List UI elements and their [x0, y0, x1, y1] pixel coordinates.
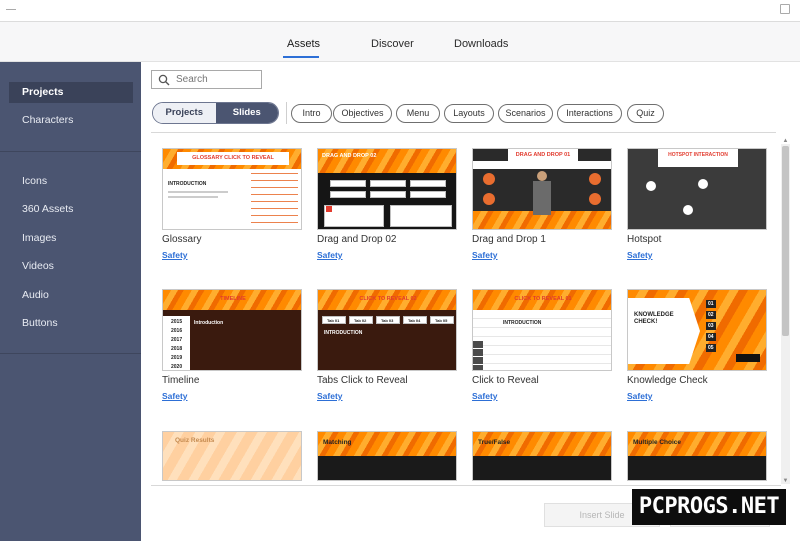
projects-slides-toggle[interactable]: Projects Slides: [152, 102, 279, 124]
thumb-subheading: INTRODUCTION: [324, 330, 363, 336]
thumb-heading: Quiz Results: [175, 437, 215, 444]
thumb-heading: DRAG AND DROP 02: [322, 153, 377, 159]
main-panel: Projects Slides Intro Objectives Menu La…: [141, 62, 800, 541]
slide-thumbnail: Quiz Results: [162, 431, 302, 481]
card-title: Tabs Click to Reveal: [317, 375, 408, 386]
card-title: Hotspot: [627, 234, 662, 245]
minimize-icon[interactable]: [6, 4, 16, 10]
filter-interactions[interactable]: Interactions: [557, 104, 622, 123]
filter-scenarios[interactable]: Scenarios: [498, 104, 553, 123]
tab-assets[interactable]: Assets: [287, 38, 320, 50]
thumb-heading: Multiple Choice: [633, 439, 682, 446]
sidebar-item-360-assets[interactable]: 360 Assets: [9, 199, 133, 220]
scrollbar-thumb[interactable]: [782, 146, 789, 336]
vertical-scrollbar[interactable]: [781, 144, 790, 484]
card-tag[interactable]: Safety: [162, 250, 188, 260]
slide-thumbnail: Matching: [317, 431, 457, 481]
card-title: Drag and Drop 02: [317, 234, 397, 245]
sidebar-item-projects[interactable]: Projects: [9, 82, 133, 103]
slide-thumbnail: TIMELINE 2015 2016 2017 2018 2019 2020 I…: [162, 289, 302, 371]
card-tag[interactable]: Safety: [317, 250, 343, 260]
tab-downloads[interactable]: Downloads: [454, 38, 508, 50]
sidebar-item-icons[interactable]: Icons: [9, 171, 133, 192]
sidebar-divider: [0, 151, 141, 152]
thumb-heading: True/False: [478, 439, 511, 446]
thumb-subheading: INTRODUCTION: [503, 320, 542, 326]
card-title: Timeline: [162, 375, 200, 386]
thumb-heading: CLICK TO REVEAL 01: [514, 296, 572, 302]
slide-thumbnail: DRAG AND DROP 01: [472, 148, 612, 230]
thumb-subheading: Introduction: [194, 320, 224, 326]
slide-thumbnail: CLICK TO REVEAL 02 Tab 01 Tab 02 Tab 03 …: [317, 289, 457, 371]
search-input[interactable]: [176, 72, 260, 87]
sidebar-item-characters[interactable]: Characters: [9, 110, 133, 131]
filter-layouts[interactable]: Layouts: [444, 104, 494, 123]
thumb-heading: HOTSPOT INTERACTION: [668, 152, 728, 158]
search-icon: [158, 74, 170, 86]
filter-menu[interactable]: Menu: [396, 104, 440, 123]
card-tag[interactable]: Safety: [472, 250, 498, 260]
thumb-heading: CLICK TO REVEAL 02: [359, 296, 417, 302]
filter-divider: [286, 102, 287, 124]
sidebar-item-videos[interactable]: Videos: [9, 256, 133, 277]
sidebar-item-buttons[interactable]: Buttons: [9, 313, 133, 334]
top-navigation: Assets Discover Downloads: [0, 22, 800, 62]
slide-thumbnail: HOTSPOT INTERACTION: [627, 148, 767, 230]
card-title: Glossary: [162, 234, 202, 245]
slide-thumbnail: KNOWLEDGE CHECK! 01 02 03 04 05: [627, 289, 767, 371]
sidebar-item-audio[interactable]: Audio: [9, 285, 133, 306]
toggle-projects[interactable]: Projects: [153, 103, 216, 123]
card-tag[interactable]: Safety: [627, 250, 653, 260]
slide-card[interactable]: True/False: [472, 431, 612, 481]
filter-intro[interactable]: Intro: [291, 104, 332, 123]
slide-card[interactable]: Matching: [317, 431, 457, 481]
card-tag[interactable]: Safety: [627, 391, 653, 401]
sidebar-divider: [0, 353, 141, 354]
card-title: Drag and Drop 1: [472, 234, 546, 245]
thumb-heading: Matching: [323, 439, 352, 446]
card-title: Click to Reveal: [472, 375, 539, 386]
maximize-icon[interactable]: [780, 4, 790, 14]
thumb-heading: DRAG AND DROP 01: [508, 149, 578, 162]
search-box[interactable]: [151, 70, 262, 89]
slide-thumbnail: GLOSSARY CLICK TO REVEAL INTRODUCTION: [162, 148, 302, 230]
app-window: Assets Discover Downloads Projects Chara…: [0, 0, 800, 541]
card-title: Knowledge Check: [627, 375, 708, 386]
toggle-slides[interactable]: Slides: [215, 103, 278, 123]
filter-objectives[interactable]: Objectives: [333, 104, 392, 123]
active-tab-indicator: [283, 56, 319, 58]
filter-quiz[interactable]: Quiz: [627, 104, 664, 123]
slide-thumbnail: DRAG AND DROP 02: [317, 148, 457, 230]
tab-discover[interactable]: Discover: [371, 38, 414, 50]
sidebar: Projects Characters Icons 360 Assets Ima…: [0, 62, 141, 541]
card-tag[interactable]: Safety: [317, 391, 343, 401]
title-bar: [0, 0, 800, 22]
card-tag[interactable]: Safety: [162, 391, 188, 401]
footer-divider: [151, 485, 781, 486]
thumb-heading: GLOSSARY CLICK TO REVEAL: [177, 152, 289, 165]
card-tag[interactable]: Safety: [472, 391, 498, 401]
thumb-heading: KNOWLEDGE CHECK!: [634, 312, 674, 325]
slide-card[interactable]: Quiz Results: [162, 431, 302, 481]
slide-thumbnail: CLICK TO REVEAL 01 INTRODUCTION: [472, 289, 612, 371]
slide-thumbnail: Multiple Choice: [627, 431, 767, 481]
scroll-down-icon[interactable]: ▼: [782, 478, 789, 484]
watermark-logo: PCPROGS.NET: [632, 489, 786, 525]
slide-thumbnail: True/False: [472, 431, 612, 481]
thumb-heading: TIMELINE: [220, 296, 246, 302]
sidebar-item-images[interactable]: Images: [9, 228, 133, 249]
grid-top-divider: [151, 132, 776, 133]
slide-card[interactable]: Multiple Choice: [627, 431, 767, 481]
thumb-subheading: INTRODUCTION: [168, 181, 207, 187]
